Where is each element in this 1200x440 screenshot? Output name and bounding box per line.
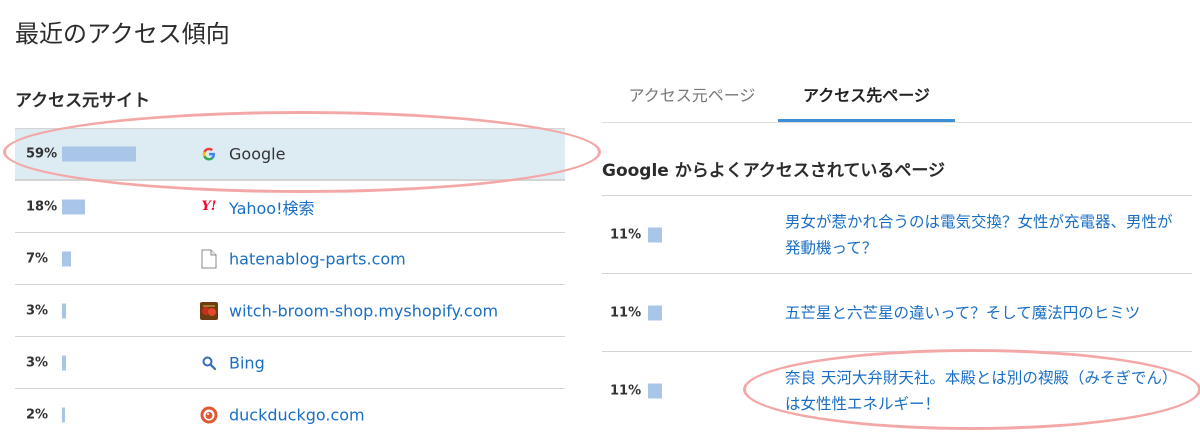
source-link[interactable]: duckduckgo.com <box>229 405 365 424</box>
page-bar <box>648 383 662 398</box>
source-percent: 7% <box>26 251 49 266</box>
source-percent: 3% <box>26 355 49 370</box>
source-link[interactable]: Bing <box>229 353 265 372</box>
source-row-bing[interactable]: 3% Bing <box>15 336 565 388</box>
page-percent: 11% <box>610 227 642 242</box>
page-title: 最近のアクセス傾向 <box>15 20 230 48</box>
source-link[interactable]: Yahoo!検索 <box>229 195 315 219</box>
source-bar <box>62 146 136 162</box>
page-bar <box>648 305 662 320</box>
page-bar <box>648 227 662 242</box>
tab-source-pages[interactable]: アクセス元ページ <box>612 70 772 122</box>
page-link[interactable]: 男女が惹かれ合うのは電気交換？女性が充電器、男性が発動機って？ <box>785 209 1177 261</box>
document-icon <box>200 249 218 268</box>
page-row[interactable]: 11% 奈良 天河大弁財天社。本殿とは別の禊殿（みそぎでん）は女性性エネルギー！ <box>602 351 1192 429</box>
source-bar <box>62 355 66 370</box>
source-bar <box>62 407 65 422</box>
tab-destination-pages[interactable]: アクセス先ページ <box>778 70 955 122</box>
source-row-duckduckgo[interactable]: 2% duckduckgo.com <box>15 388 565 440</box>
source-bar <box>62 251 71 266</box>
destination-page-list: 11% 男女が惹かれ合うのは電気交換？女性が充電器、男性が発動機って？ 11% … <box>602 195 1192 429</box>
search-icon <box>200 354 218 372</box>
source-percent: 2% <box>26 407 49 422</box>
source-name: Google <box>229 144 286 164</box>
source-bar <box>62 303 66 318</box>
source-link[interactable]: hatenablog-parts.com <box>229 249 406 268</box>
page-link[interactable]: 五芒星と六芒星の違いって？そして魔法円のヒミツ <box>785 300 1177 326</box>
duckduckgo-icon <box>200 406 218 424</box>
google-icon <box>200 145 218 163</box>
pages-heading: Google からよくアクセスされているページ <box>602 161 946 181</box>
page-row[interactable]: 11% 男女が惹かれ合うのは電気交換？女性が充電器、男性が発動機って？ <box>602 195 1192 273</box>
access-source-list: 59% Google 18% Y! Yahoo!検索 7% hatenablog… <box>15 128 565 440</box>
source-row-witch-broom-shop[interactable]: 3% witch-broom-shop.myshopify.com <box>15 284 565 336</box>
page-row[interactable]: 11% 五芒星と六芒星の違いって？そして魔法円のヒミツ <box>602 273 1192 351</box>
source-percent: 59% <box>26 146 58 162</box>
page-percent: 11% <box>610 383 642 398</box>
source-row-yahoo[interactable]: 18% Y! Yahoo!検索 <box>15 180 565 232</box>
section-title-access-sources: アクセス元サイト <box>15 91 151 111</box>
shop-favicon-icon <box>200 301 218 320</box>
source-link[interactable]: witch-broom-shop.myshopify.com <box>229 301 498 320</box>
source-bar <box>62 199 85 214</box>
source-row-hatenablog-parts[interactable]: 7% hatenablog-parts.com <box>15 232 565 284</box>
page-tabs: アクセス元ページ アクセス先ページ <box>602 70 1192 123</box>
page-percent: 11% <box>610 305 642 320</box>
page-link[interactable]: 奈良 天河大弁財天社。本殿とは別の禊殿（みそぎでん）は女性性エネルギー！ <box>785 365 1177 417</box>
source-row-google[interactable]: 59% Google <box>15 128 565 180</box>
source-percent: 3% <box>26 303 49 318</box>
yahoo-icon: Y! <box>201 199 217 214</box>
source-percent: 18% <box>26 199 58 214</box>
